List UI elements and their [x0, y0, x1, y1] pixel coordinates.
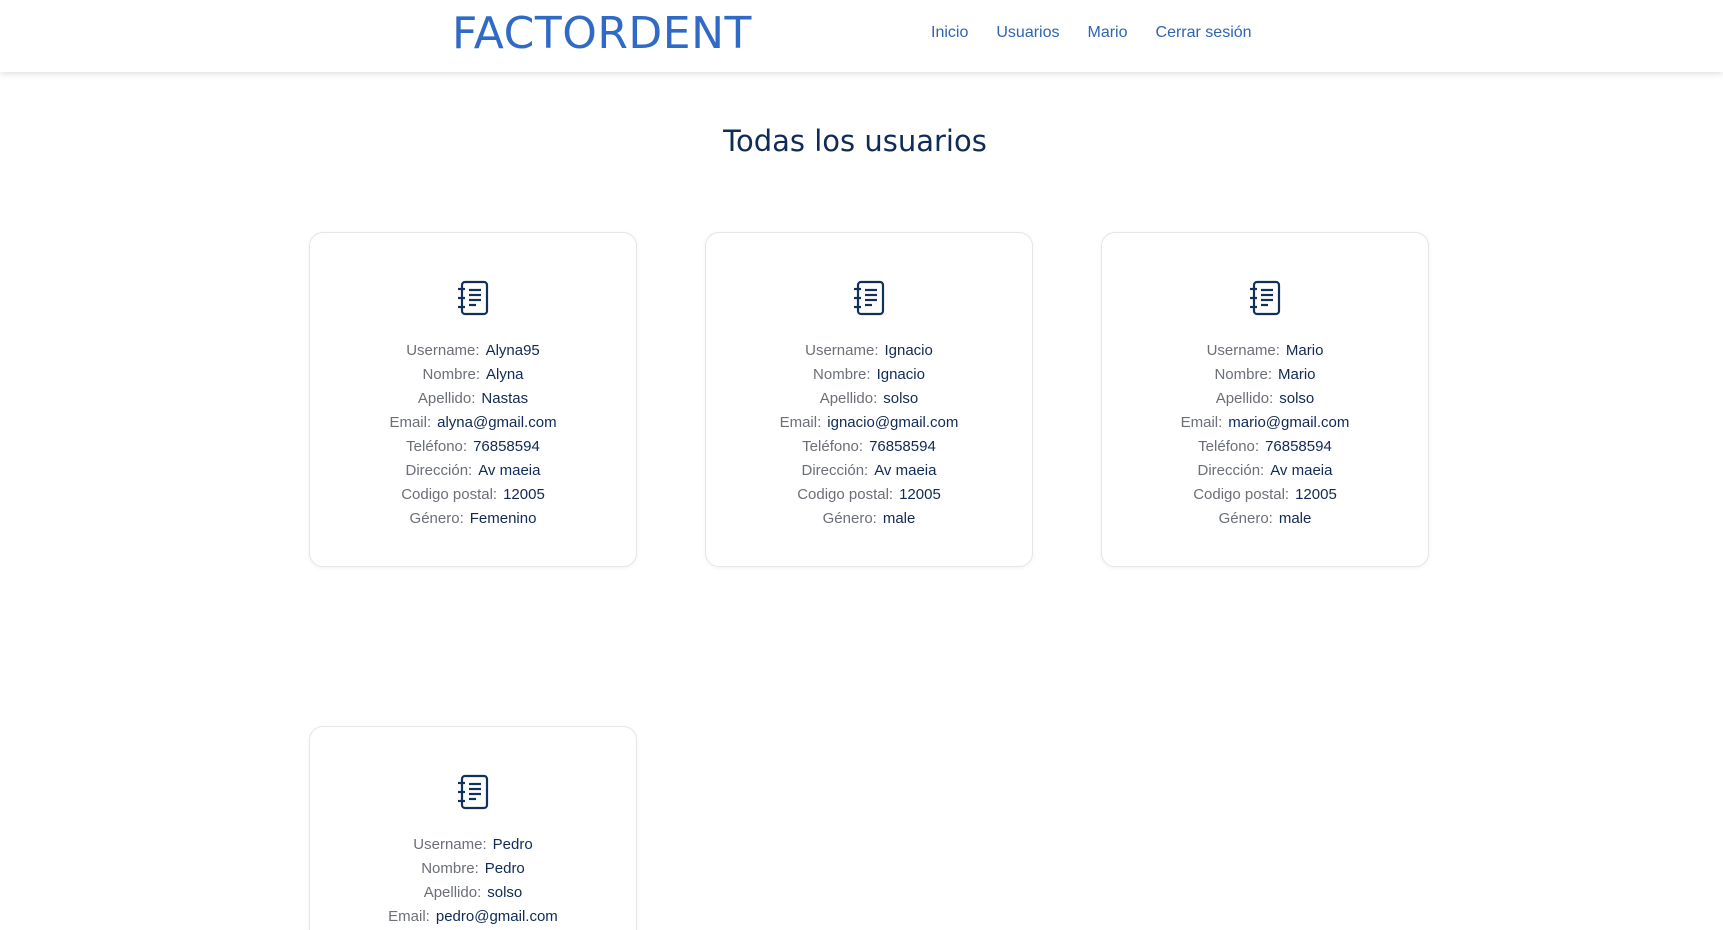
nav-link-logout[interactable]: Cerrar sesión	[1156, 22, 1252, 44]
field-username: Username: Ignacio	[805, 342, 933, 359]
field-email: Email: alyna@gmail.com	[389, 414, 557, 431]
user-fields: Username: Ignacio Nombre: Ignacio Apellido…	[706, 339, 1032, 531]
field-apellido: Apellido: solso	[423, 884, 523, 901]
page-title: Todas los usuarios	[723, 124, 987, 158]
field-nombre: Nombre: Ignacio	[813, 366, 925, 383]
user-fields: Username: Alyna95 Nombre: Alyna Apellido: N…	[310, 339, 636, 531]
field-direccion: Dirección: Av maeia	[801, 462, 937, 479]
user-card: Username: Ignacio Nombre: Ignacio Apellido…	[705, 232, 1033, 567]
field-genero: Género: Femenino	[409, 510, 537, 527]
field-apellido: Apellido: solso	[1215, 390, 1315, 407]
field-email: Email: mario@gmail.com	[1180, 414, 1350, 431]
field-email: Email: ignacio@gmail.com	[779, 414, 959, 431]
notebook-icon	[458, 774, 489, 810]
field-telefono: Teléfono: 76858594	[406, 438, 540, 455]
field-codigo-postal: Codigo postal: 12005	[797, 486, 941, 503]
field-genero: Género: male	[1218, 510, 1312, 527]
field-nombre: Nombre: Mario	[1214, 366, 1316, 383]
user-fields: Username: Mario Nombre: Mario Apellido: sol…	[1102, 339, 1428, 531]
field-codigo-postal: Codigo postal: 12005	[1193, 486, 1337, 503]
field-username: Username: Alyna95	[406, 342, 540, 359]
field-nombre: Nombre: Pedro	[421, 860, 525, 877]
field-genero: Género: male	[822, 510, 916, 527]
field-telefono: Teléfono: 76858594	[802, 438, 936, 455]
user-card: Username: Mario Nombre: Mario Apellido: sol…	[1101, 232, 1429, 567]
navbar: FACTORDENT Inicio Usuarios Mario Cerrar …	[0, 0, 1723, 72]
field-username: Username: Mario	[1206, 342, 1324, 359]
field-email: Email: pedro@gmail.com	[388, 908, 558, 925]
nav-link-inicio[interactable]: Inicio	[931, 22, 968, 44]
nav-link-usuarios[interactable]: Usuarios	[996, 22, 1059, 44]
brand-logo[interactable]: FACTORDENT	[452, 8, 752, 60]
notebook-icon	[458, 280, 489, 316]
nav-links: Inicio Usuarios Mario Cerrar sesión	[931, 22, 1252, 44]
notebook-icon	[854, 280, 885, 316]
field-nombre: Nombre: Alyna	[422, 366, 524, 383]
nav-link-profile[interactable]: Mario	[1088, 22, 1128, 44]
field-direccion: Dirección: Av maeia	[1197, 462, 1333, 479]
field-direccion: Dirección: Av maeia	[405, 462, 541, 479]
user-card: Username: Pedro Nombre: Pedro Apellido: sol…	[309, 726, 637, 930]
user-card: Username: Alyna95 Nombre: Alyna Apellido: N…	[309, 232, 637, 567]
user-fields: Username: Pedro Nombre: Pedro Apellido: sol…	[310, 833, 636, 929]
field-telefono: Teléfono: 76858594	[1198, 438, 1332, 455]
notebook-icon	[1250, 280, 1281, 316]
field-username: Username: Pedro	[413, 836, 533, 853]
field-codigo-postal: Codigo postal: 12005	[401, 486, 545, 503]
field-apellido: Apellido: Nastas	[417, 390, 529, 407]
field-apellido: Apellido: solso	[819, 390, 919, 407]
